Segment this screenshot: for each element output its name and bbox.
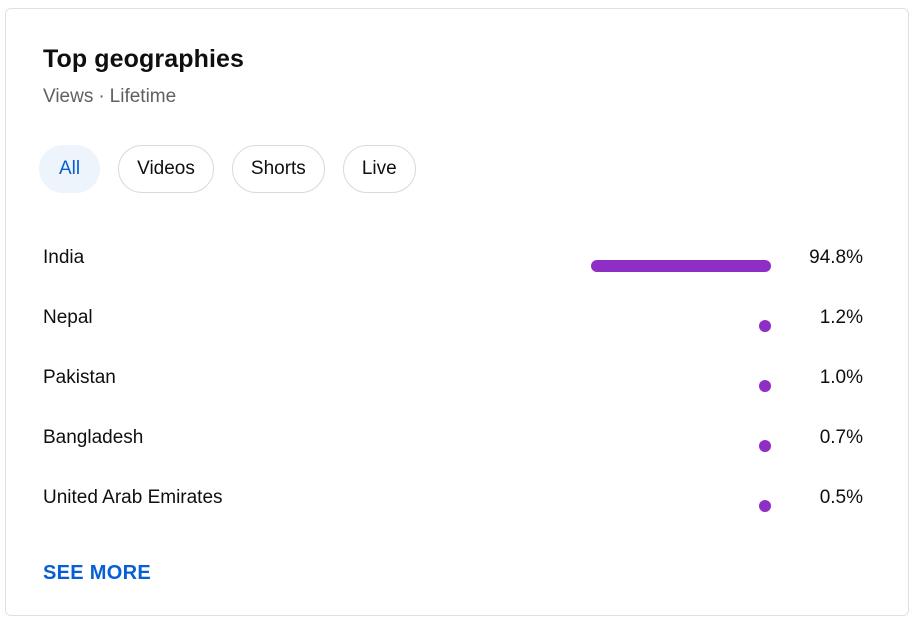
geography-percent: 1.0% [819, 367, 863, 388]
card-subtitle: Views · Lifetime [43, 86, 176, 108]
geography-name: Pakistan [43, 367, 116, 388]
geography-bar [759, 440, 771, 452]
top-geographies-card: Top geographies Views · Lifetime All Vid… [5, 8, 909, 616]
geography-bar [759, 380, 771, 392]
geography-row-india: India 94.8% [43, 228, 863, 288]
chip-all[interactable]: All [39, 145, 101, 193]
content-type-filter: All Videos Shorts Live [39, 145, 416, 193]
geography-percent: 94.8% [809, 247, 863, 268]
subtitle-separator: · [98, 86, 105, 107]
geography-row-uae: United Arab Emirates 0.5% [43, 468, 863, 528]
geography-bar [591, 260, 771, 272]
bar-track [591, 348, 771, 408]
bar-track [591, 228, 771, 288]
bar-track [591, 408, 771, 468]
geography-bar [759, 320, 771, 332]
geography-name: Nepal [43, 307, 93, 328]
chip-shorts[interactable]: Shorts [231, 145, 325, 193]
geography-name: United Arab Emirates [43, 487, 223, 508]
bar-track [591, 468, 771, 528]
geography-row-nepal: Nepal 1.2% [43, 288, 863, 348]
geography-bar [759, 500, 771, 512]
geography-percent: 0.7% [819, 427, 863, 448]
geography-name: India [43, 247, 85, 268]
geography-percent: 0.5% [819, 487, 863, 508]
geography-percent: 1.2% [819, 307, 863, 328]
card-title: Top geographies [43, 45, 245, 73]
geography-list: India 94.8% Nepal 1.2% Pakistan 1.0% Ban… [43, 228, 863, 528]
subtitle-period: Lifetime [109, 86, 177, 107]
subtitle-metric: Views [43, 86, 94, 107]
geography-row-bangladesh: Bangladesh 0.7% [43, 408, 863, 468]
geography-row-pakistan: Pakistan 1.0% [43, 348, 863, 408]
geography-name: Bangladesh [43, 427, 144, 448]
see-more-link[interactable]: SEE MORE [43, 562, 151, 585]
chip-live[interactable]: Live [342, 145, 416, 193]
chip-videos[interactable]: Videos [118, 145, 214, 193]
bar-track [591, 288, 771, 348]
